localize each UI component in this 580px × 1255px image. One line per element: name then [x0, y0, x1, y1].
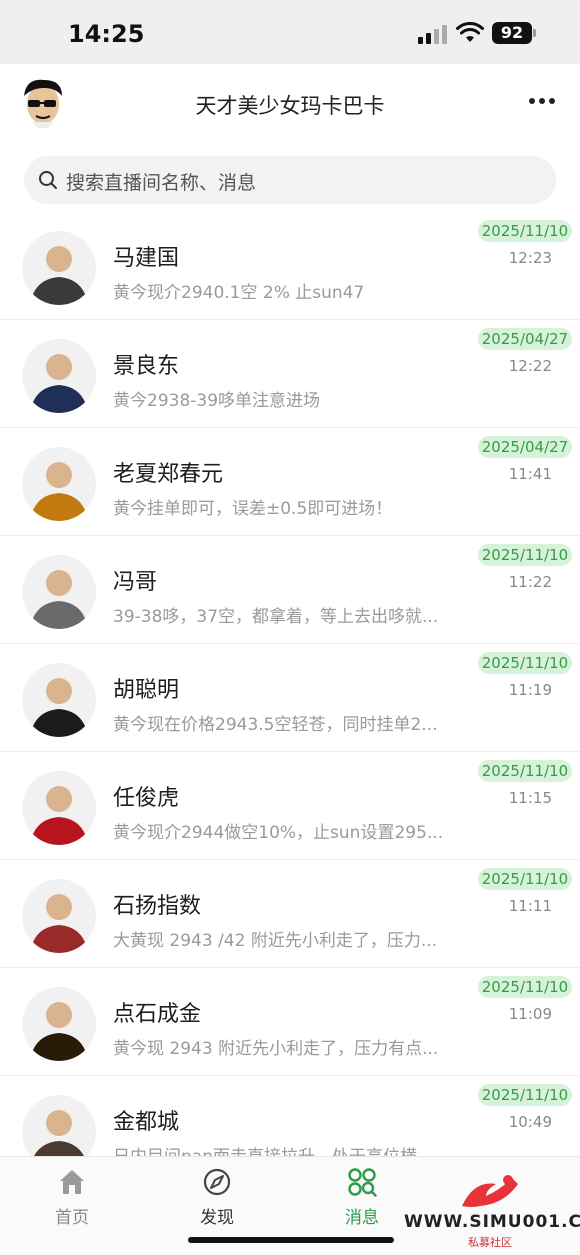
- chat-row[interactable]: 马建国黄今现介2940.1空 2% 止sun47 2025/11/10 12:23: [0, 212, 580, 320]
- chat-last-message: 大黄现 2943 /42 附近先小利走了，压力...: [113, 931, 438, 951]
- tab-messages-label: 消息: [345, 1208, 379, 1228]
- chat-date-badge: 2025/11/10: [478, 868, 572, 890]
- tab-discover-label: 发现: [200, 1208, 234, 1228]
- search-icon: [39, 171, 57, 189]
- watermark: WWW.SIMU001.CN 私募社区: [404, 1170, 580, 1252]
- chat-avatar: [22, 339, 96, 413]
- chat-time: 11:09: [508, 1005, 552, 1023]
- chat-row[interactable]: 石扬指数大黄现 2943 /42 附近先小利走了，压力... 2025/11/10…: [0, 860, 580, 968]
- cellular-signal-icon: [418, 24, 448, 44]
- compass-icon: [203, 1168, 231, 1196]
- chat-last-message: 黄今现在价格2943.5空轻苍，同时挂单2...: [113, 715, 438, 735]
- chat-row[interactable]: 冯哥 39-38哆，37空，都拿着，等上去出哆就... 2025/11/10 11:2…: [0, 536, 580, 644]
- chat-date-badge: 2025/11/10: [478, 1084, 572, 1106]
- chat-time: 11:11: [508, 897, 552, 915]
- chat-name: 任俊虎: [113, 786, 180, 811]
- chat-date-badge: 2025/11/10: [478, 652, 572, 674]
- chat-date-badge: 2025/04/27: [478, 328, 572, 350]
- chat-name: 冯哥: [113, 570, 158, 595]
- chat-row[interactable]: 景良东黄今2938-39哆单注意进场 2025/04/27 12:22: [0, 320, 580, 428]
- chat-name: 景良东: [113, 354, 180, 379]
- more-options-icon[interactable]: [528, 96, 556, 106]
- chat-name: 马建国: [113, 246, 180, 271]
- chat-name: 点石成金: [113, 1002, 202, 1027]
- chat-avatar: [22, 663, 96, 737]
- chat-name: 老夏郑春元: [113, 462, 224, 487]
- chat-list: 马建国黄今现介2940.1空 2% 止sun47 2025/11/10 12:23 景…: [0, 212, 580, 1184]
- watermark-subtext: 私募社区: [468, 1236, 512, 1249]
- chat-time: 11:19: [508, 681, 552, 699]
- chat-avatar: [22, 447, 96, 521]
- chat-avatar: [22, 987, 96, 1061]
- chat-row[interactable]: 胡聪明黄今现在价格2943.5空轻苍，同时挂单2... 2025/11/10 11:…: [0, 644, 580, 752]
- chat-time: 11:41: [508, 465, 552, 483]
- chat-date-badge: 2025/11/10: [478, 760, 572, 782]
- home-indicator: [188, 1237, 394, 1243]
- chat-date-badge: 2025/11/10: [478, 544, 572, 566]
- tab-messages[interactable]: 消息: [322, 1167, 402, 1228]
- chat-last-message: 黄今现介2940.1空 2% 止sun47: [113, 283, 365, 303]
- chat-avatar: [22, 879, 96, 953]
- chat-avatar: [22, 771, 96, 845]
- messages-icon: [348, 1168, 377, 1197]
- battery-icon: 92: [492, 22, 532, 44]
- chat-last-message: 黄今2938-39哆单注意进场: [113, 391, 321, 411]
- wifi-icon: [456, 22, 484, 42]
- chat-last-message: 黄今现 2943 附近先小利走了，压力有点...: [113, 1039, 439, 1059]
- page-title: 天才美少女玛卡巴卡: [195, 94, 385, 118]
- chat-time: 11:15: [508, 789, 552, 807]
- chat-row[interactable]: 点石成金黄今现 2943 附近先小利走了，压力有点... 2025/11/10 11…: [0, 968, 580, 1076]
- chat-date-badge: 2025/04/27: [478, 436, 572, 458]
- watermark-logo-icon: [462, 1175, 518, 1207]
- tab-discover[interactable]: 发现: [177, 1167, 257, 1228]
- chat-last-message: 39-38哆，37空，都拿着，等上去出哆就...: [113, 607, 439, 627]
- chat-name: 胡聪明: [113, 678, 180, 703]
- chat-row[interactable]: 任俊虎黄今现介2944做空10%，止sun设置295... 2025/11/10 1…: [0, 752, 580, 860]
- chat-name: 金都城: [113, 1110, 180, 1135]
- status-bar: 14:25 92: [0, 0, 580, 64]
- status-time: 14:25: [68, 20, 145, 48]
- chat-last-message: 黄今现介2944做空10%，止sun设置295...: [113, 823, 444, 843]
- chat-date-badge: 2025/11/10: [478, 220, 572, 242]
- chat-name: 石扬指数: [113, 894, 202, 919]
- chat-avatar: [22, 555, 96, 629]
- search-placeholder: 搜索直播间名称、消息: [66, 172, 257, 194]
- top-bar: 天才美少女玛卡巴卡: [0, 64, 580, 144]
- chat-row[interactable]: 老夏郑春元黄今挂单即可，误差±0.5即可进场！ 2025/04/27 11:41: [0, 428, 580, 536]
- chat-date-badge: 2025/11/10: [478, 976, 572, 998]
- chat-last-message: 黄今挂单即可，误差±0.5即可进场！: [113, 499, 393, 519]
- home-icon: [60, 1170, 84, 1194]
- watermark-text: WWW.SIMU001.CN: [404, 1212, 580, 1232]
- chat-avatar: [22, 231, 96, 305]
- chat-time: 10:49: [508, 1113, 552, 1131]
- tab-home-label: 首页: [55, 1208, 89, 1228]
- battery-tip: [533, 29, 536, 37]
- chat-time: 12:22: [508, 357, 552, 375]
- tab-home[interactable]: 首页: [32, 1167, 112, 1228]
- chat-time: 11:22: [508, 573, 552, 591]
- search-bar[interactable]: 搜索直播间名称、消息: [24, 156, 556, 204]
- chat-time: 12:23: [508, 249, 552, 267]
